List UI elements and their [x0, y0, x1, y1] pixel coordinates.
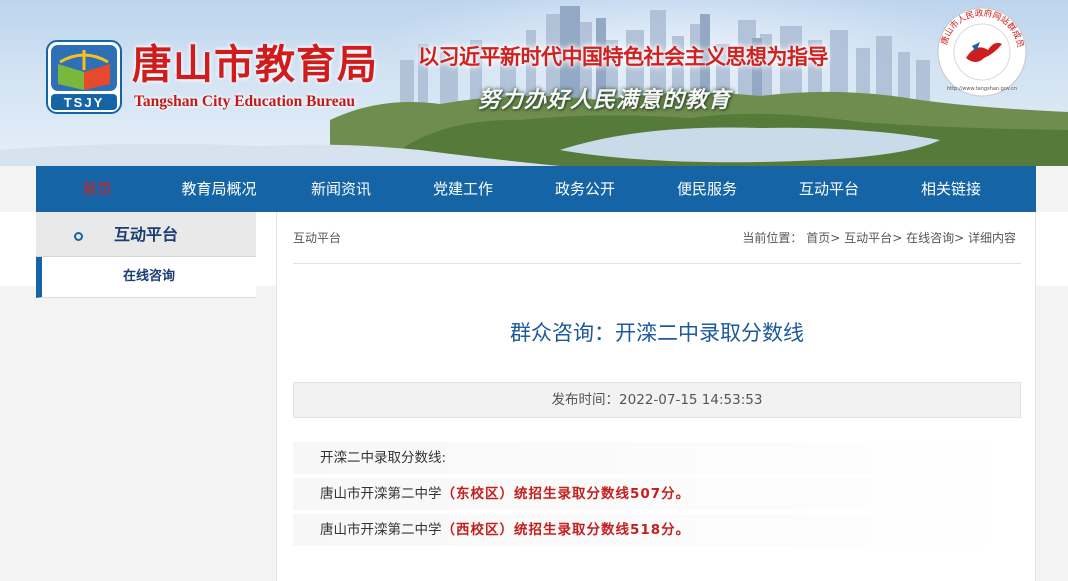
- breadcrumb-separator: >: [954, 231, 965, 245]
- publish-time: 2022-07-15 14:53:53: [619, 392, 763, 408]
- nav-item-public-service[interactable]: 便民服务: [646, 166, 768, 212]
- breadcrumb-online-consultation[interactable]: 在线咨询: [906, 231, 954, 245]
- breadcrumb-separator: >: [830, 231, 841, 245]
- paragraph-text: 唐山市开滦第二中学: [320, 522, 442, 538]
- slogan-line2: 努力办好人民满意的教育: [478, 87, 732, 113]
- breadcrumb-home[interactable]: 首页: [806, 231, 830, 245]
- nav-item-government-affairs[interactable]: 政务公开: [524, 166, 646, 212]
- breadcrumb-interaction[interactable]: 互动平台: [844, 231, 892, 245]
- nav-item-home[interactable]: 首页: [36, 166, 158, 212]
- breadcrumb-separator: >: [892, 231, 903, 245]
- nav-item-bureau-overview[interactable]: 教育局概况: [158, 166, 280, 212]
- nav-item-party-building[interactable]: 党建工作: [402, 166, 524, 212]
- header-banner: TSJY 唐山市教育局 Tangshan City Education Bure…: [0, 0, 1068, 166]
- slogan-line1: 以习近平新时代中国特色社会主义思想为指导: [418, 44, 829, 69]
- government-website-seal-icon[interactable]: 唐山市人民政府网站群成员 http://www.tangshan.gov.cn: [936, 6, 1028, 98]
- paragraph-highlight: （西校区）统招生录取分数线518分。: [441, 522, 691, 538]
- breadcrumb-detail[interactable]: 详细内容: [968, 231, 1016, 245]
- seal-url: http://www.tangshan.gov.cn: [947, 86, 1017, 92]
- article-title: 群众咨询：开滦二中录取分数线: [510, 321, 804, 345]
- section-title: 互动平台: [293, 231, 342, 245]
- publish-info: 发布时间：2022-07-15 14:53:53: [293, 382, 1021, 418]
- breadcrumb-path: 当前位置： 首页> 互动平台> 在线咨询> 详细内容: [742, 212, 1016, 264]
- site-name-cn[interactable]: 唐山市教育局: [132, 40, 378, 90]
- sidebar-header: 互动平台: [36, 212, 256, 257]
- main-content: 互动平台 当前位置： 首页> 互动平台> 在线咨询> 详细内容 群众咨询：开滦二…: [276, 212, 1036, 581]
- publish-label: 发布时间：: [551, 392, 620, 408]
- paragraph: 唐山市开滦第二中学（西校区）统招生录取分数线518分。: [293, 514, 1021, 546]
- nav-item-related-links[interactable]: 相关链接: [890, 166, 1012, 212]
- circle-bullet-icon: [74, 232, 83, 241]
- paragraph-text: 唐山市开滦第二中学: [320, 486, 442, 502]
- logo-text: TSJY: [63, 95, 105, 110]
- breadcrumb-prefix: 当前位置：: [742, 231, 803, 245]
- nav-item-interaction[interactable]: 互动平台: [768, 166, 890, 212]
- article-body: 开滦二中录取分数线: 唐山市开滦第二中学（东校区）统招生录取分数线507分。 唐…: [293, 442, 1021, 550]
- paragraph-highlight: （东校区）统招生录取分数线507分。: [441, 486, 691, 502]
- sidebar-title: 互动平台: [114, 225, 179, 244]
- paragraph-text: 开滦二中录取分数线:: [320, 450, 447, 466]
- site-name-en: Tangshan City Education Bureau: [134, 93, 355, 110]
- paragraph: 开滦二中录取分数线:: [293, 442, 1021, 474]
- sidebar: 互动平台 在线咨询: [36, 212, 256, 581]
- paragraph: 唐山市开滦第二中学（东校区）统招生录取分数线507分。: [293, 478, 1021, 510]
- breadcrumb: 互动平台 当前位置： 首页> 互动平台> 在线咨询> 详细内容: [293, 212, 1021, 264]
- nav-item-news[interactable]: 新闻资讯: [280, 166, 402, 212]
- main-nav: 首页 教育局概况 新闻资讯 党建工作 政务公开 便民服务 互动平台 相关链接: [36, 166, 1036, 212]
- sidebar-item-online-consultation[interactable]: 在线咨询: [36, 257, 256, 298]
